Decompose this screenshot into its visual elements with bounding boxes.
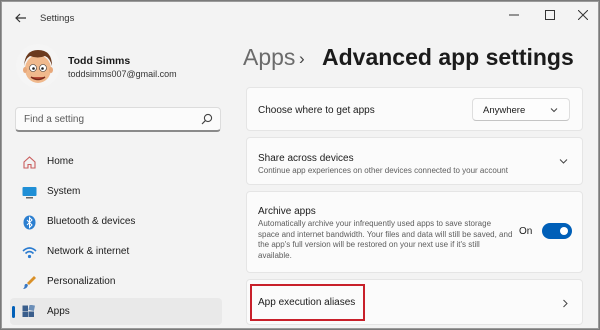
avatar[interactable]: [16, 44, 60, 88]
bluetooth-icon: [21, 214, 37, 230]
search-field[interactable]: Find a setting: [15, 107, 221, 132]
avatar-cartoon-icon: [23, 50, 53, 83]
back-arrow-icon: [15, 13, 26, 23]
chevron-down-icon[interactable]: [559, 158, 568, 164]
home-icon: [21, 154, 37, 170]
dropdown-value: Anywhere: [483, 105, 526, 116]
title-bar: Settings: [2, 2, 598, 34]
toggle-knob: [560, 227, 568, 235]
setting-card-share[interactable]: Share across devices Continue app experi…: [246, 137, 583, 185]
back-button[interactable]: [10, 8, 32, 28]
setting-card-get-apps: Choose where to get apps Anywhere: [246, 87, 583, 131]
apps-icon: [21, 304, 37, 320]
sidebar-item-label: System: [47, 186, 81, 197]
wifi-icon: [21, 244, 37, 260]
minimize-button[interactable]: [501, 6, 527, 24]
user-name: Todd Simms: [68, 55, 131, 67]
sidebar-item-home[interactable]: Home: [10, 148, 222, 175]
setting-title: Choose where to get apps: [258, 105, 375, 116]
settings-window: Settings Todd Simms toddsimms007@gmail.c…: [1, 1, 599, 329]
sidebar-item-system[interactable]: System: [10, 178, 222, 205]
setting-title: Share across devices: [258, 153, 354, 164]
maximize-button[interactable]: [537, 6, 563, 24]
brush-icon: [21, 274, 37, 290]
sidebar-item-label: Network & internet: [47, 246, 130, 257]
setting-description: Continue app experiences on other device…: [258, 166, 508, 175]
setting-title: Archive apps: [258, 206, 316, 217]
system-icon: [21, 184, 37, 200]
sidebar-item-label: Personalization: [47, 276, 116, 287]
sidebar-item-label: Apps: [47, 306, 70, 317]
close-button[interactable]: [570, 6, 596, 24]
window-title: Settings: [40, 13, 75, 24]
sidebar-item-network[interactable]: Network & internet: [10, 238, 222, 265]
minimize-icon: [509, 14, 519, 16]
page-title: Advanced app settings: [322, 44, 574, 70]
setting-description: Automatically archive your infrequently …: [258, 219, 513, 260]
maximize-icon: [545, 10, 555, 20]
search-placeholder: Find a setting: [24, 114, 85, 125]
sidebar-item-apps[interactable]: Apps: [10, 298, 222, 325]
chevron-down-icon: [550, 108, 558, 113]
close-icon: [578, 10, 588, 20]
highlight-box: [250, 284, 365, 321]
active-indicator: [12, 306, 15, 318]
sidebar-item-label: Bluetooth & devices: [47, 216, 136, 227]
breadcrumb-separator: ›: [299, 49, 305, 68]
archive-apps-toggle[interactable]: [542, 223, 572, 239]
chevron-right-icon: [563, 299, 568, 308]
setting-card-archive: Archive apps Automatically archive your …: [246, 191, 583, 273]
get-apps-dropdown[interactable]: Anywhere: [472, 98, 570, 121]
breadcrumb-apps[interactable]: Apps: [243, 44, 295, 71]
sidebar-item-label: Home: [47, 156, 74, 167]
toggle-state-label: On: [519, 226, 533, 237]
sidebar-item-personalization[interactable]: Personalization: [10, 268, 222, 295]
sidebar-item-bluetooth[interactable]: Bluetooth & devices: [10, 208, 222, 235]
search-icon[interactable]: [201, 113, 213, 125]
user-email: toddsimms007@gmail.com: [68, 69, 177, 79]
